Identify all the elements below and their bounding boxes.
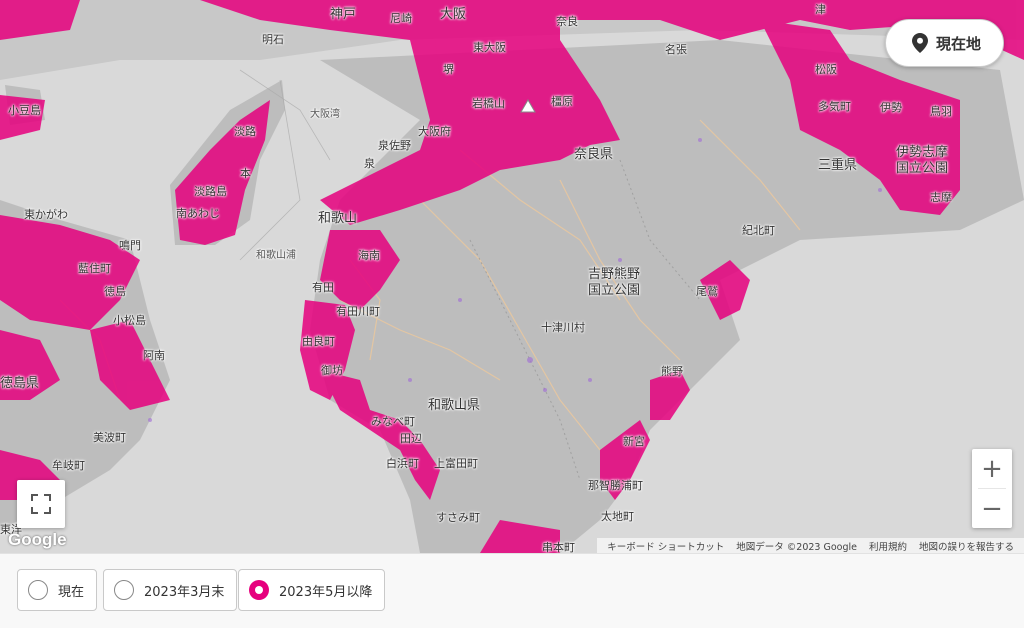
- map-label-shima: 志摩: [930, 191, 952, 204]
- map-label-minamiawaji: 南あわじ: [176, 207, 220, 220]
- map-label-narapref: 奈良県: [574, 147, 614, 162]
- map-label-kumano: 熊野: [661, 365, 683, 378]
- map-label-matsusaka: 松阪: [815, 63, 837, 76]
- zoom-in-button[interactable]: +: [972, 449, 1012, 488]
- map-label-aridagawa: 有田川町: [336, 305, 380, 318]
- map-label-toba: 鳥羽: [930, 105, 952, 118]
- radio-march-2023[interactable]: [114, 580, 134, 600]
- map-label-gobo: 御坊: [321, 364, 343, 377]
- map-label-taiji: 太地町: [601, 510, 634, 523]
- map-label-osakawan: 大阪湾: [310, 109, 340, 120]
- map-label-nachikatsuura: 那智勝浦町: [588, 479, 643, 492]
- map-attribution: キーボード ショートカット 地図データ ©2023 Google 利用規約 地図…: [597, 538, 1024, 553]
- map-label-taki: 多気町: [818, 100, 851, 113]
- map-label-yoshino-kumano-park: 吉野熊野 国立公園: [584, 267, 644, 300]
- period-selector: 現在 2023年3月末 2023年5月以降: [0, 553, 1024, 628]
- coverage-map[interactable]: 神戸 尼崎 大阪 奈良 明石 東大阪 堺 岩橋山 橿原 小豆島 淡路 大阪湾 大…: [0, 0, 1024, 553]
- map-label-miepref: 三重県: [818, 158, 858, 173]
- keyboard-shortcuts-link[interactable]: キーボード ショートカット: [601, 539, 730, 553]
- map-label-ise: 伊勢: [880, 101, 902, 114]
- map-label-naruto: 鳴門: [119, 239, 141, 252]
- map-label-amagasaki: 尼崎: [390, 12, 412, 25]
- map-pin-icon: [911, 33, 928, 53]
- map-data-credit: 地図データ ©2023 Google: [736, 541, 857, 553]
- map-label-nabari: 名張: [665, 43, 687, 56]
- report-error-link[interactable]: 地図の誤りを報告する: [913, 539, 1020, 553]
- fullscreen-icon: [31, 494, 51, 514]
- map-label-awajishima: 淡路島: [194, 185, 227, 198]
- map-label-anan: 阿南: [143, 349, 165, 362]
- radio-may-2023[interactable]: [249, 580, 269, 600]
- map-label-osakafu: 大阪府: [418, 125, 451, 138]
- fullscreen-button[interactable]: [17, 480, 65, 528]
- terms-link[interactable]: 利用規約: [863, 539, 913, 553]
- option-current[interactable]: 現在: [17, 569, 98, 611]
- map-label-susami: すさみ町: [436, 511, 480, 524]
- map-label-osaka: 大阪: [440, 7, 467, 22]
- map-label-minabe: みなべ町: [371, 415, 415, 428]
- map-label-shingu: 新宮: [623, 435, 645, 448]
- map-label-kashihara: 橿原: [551, 95, 573, 108]
- map-label-mugi: 牟岐町: [52, 459, 85, 472]
- map-label-akashi: 明石: [262, 33, 284, 46]
- map-label-higashikagawa: 東かがわ: [24, 208, 68, 221]
- map-label-mihama: 美波町: [93, 431, 126, 444]
- map-label-tanabe: 田辺: [400, 432, 422, 445]
- map-label-sumoto: 本: [240, 167, 251, 180]
- option-may-2023[interactable]: 2023年5月以降: [238, 569, 386, 611]
- zoom-out-button[interactable]: −: [972, 489, 1012, 528]
- map-label-kobe: 神戸: [330, 7, 357, 22]
- option-may-2023-label: 2023年5月以降: [279, 584, 373, 600]
- zoom-control: + −: [972, 449, 1012, 528]
- map-label-aizumi: 藍住町: [78, 262, 111, 275]
- map-label-wakayama: 和歌山: [318, 211, 358, 226]
- map-label-komatsushima: 小松島: [113, 314, 146, 327]
- map-label-nara: 奈良: [556, 15, 578, 28]
- map-label-tokushima: 徳島: [104, 285, 126, 298]
- map-label-kihoku: 紀北町: [742, 224, 775, 237]
- map-label-wakayamaura: 和歌山浦: [256, 250, 296, 261]
- map-label-kushimoto: 串本町: [542, 541, 575, 553]
- map-label-izumi: 泉: [364, 157, 375, 170]
- map-label-totsukawa: 十津川村: [541, 321, 585, 334]
- map-label-sakai: 堺: [443, 63, 454, 76]
- map-label-shodoshima: 小豆島: [8, 104, 41, 117]
- map-label-shirahama: 白浜町: [386, 457, 419, 470]
- map-label-yura: 由良町: [302, 335, 335, 348]
- map-canvas: [0, 0, 1024, 553]
- map-label-wakayamapref: 和歌山県: [428, 398, 481, 413]
- map-label-ise-shima-park: 伊勢志摩 国立公園: [892, 145, 952, 178]
- option-current-label: 現在: [58, 584, 85, 600]
- current-location-button[interactable]: 現在地: [884, 19, 1004, 67]
- map-label-awaji: 淡路: [234, 125, 256, 138]
- park2-name-line1: 伊勢志摩: [895, 145, 948, 160]
- current-location-label: 現在地: [935, 34, 981, 53]
- map-label-izumisano: 泉佐野: [378, 139, 411, 152]
- map-label-kamitonda: 上富田町: [434, 457, 478, 470]
- option-march-2023-label: 2023年3月末: [144, 584, 225, 600]
- map-label-owase: 尾鷲: [696, 285, 718, 298]
- map-label-kainan: 海南: [358, 249, 380, 262]
- option-march-2023[interactable]: 2023年3月末: [103, 569, 238, 611]
- map-label-tokushimapref: 徳島県: [0, 376, 40, 391]
- park-name-line1: 吉野熊野: [587, 267, 640, 282]
- map-label-iwahashiyama: 岩橋山: [472, 97, 505, 110]
- map-label-higashiosaka: 東大阪: [473, 41, 506, 54]
- map-label-arida: 有田: [312, 281, 334, 294]
- google-logo[interactable]: Google: [8, 530, 67, 550]
- map-label-tsu: 津: [815, 3, 826, 16]
- park2-name-line2: 国立公園: [895, 161, 948, 177]
- radio-current[interactable]: [28, 580, 48, 600]
- park-name-line2: 国立公園: [587, 283, 640, 299]
